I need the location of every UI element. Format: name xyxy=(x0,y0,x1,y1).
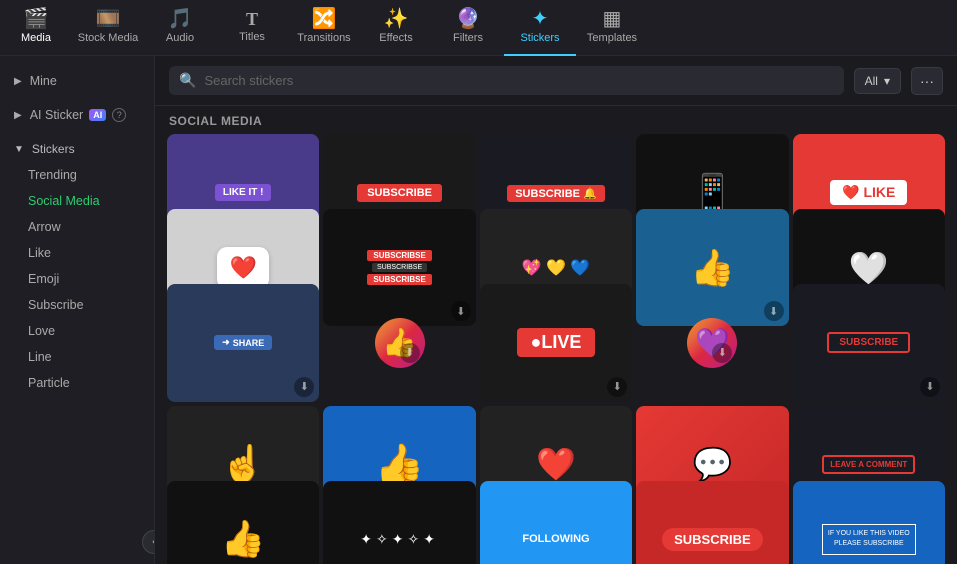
download-button[interactable]: ⬇ xyxy=(607,377,627,397)
nav-audio[interactable]: 🎵 Audio xyxy=(144,0,216,56)
sidebar-item-arrow[interactable]: Arrow xyxy=(0,214,154,240)
nav-filters-label: Filters xyxy=(453,32,483,44)
download-button[interactable]: ⬇ xyxy=(920,377,940,397)
top-navigation: 🎬 Media 🎞️ Stock Media 🎵 Audio T Titles … xyxy=(0,0,957,56)
sticker-card[interactable]: SUBSCRIBE ⬇ xyxy=(636,481,788,564)
sidebar-stickers-section: ▼ Stickers Trending Social Media Arrow L… xyxy=(0,132,154,400)
titles-icon: T xyxy=(246,10,258,28)
sticker-card[interactable]: 👍 ⬇ xyxy=(636,209,788,326)
sidebar-social-media-label: Social Media xyxy=(28,194,100,208)
download-button[interactable]: ⬇ xyxy=(451,301,471,321)
stickers-icon: ✦ xyxy=(532,9,549,29)
arrow-icon: ▶ xyxy=(14,110,22,121)
sticker-card[interactable]: ●LIVE ⬇ xyxy=(480,284,632,401)
nav-stickers[interactable]: ✦ Stickers xyxy=(504,0,576,56)
sidebar-item-line[interactable]: Line xyxy=(0,344,154,370)
sidebar-item-particle[interactable]: Particle xyxy=(0,370,154,396)
sticker-card[interactable]: IF YOU LIKE THIS VIDEOPLEASE SUBSCRIBE ⬇ xyxy=(793,481,945,564)
sidebar-stickers-header[interactable]: ▼ Stickers xyxy=(0,136,154,162)
filter-dropdown[interactable]: All ▾ xyxy=(854,68,901,94)
nav-stock-media[interactable]: 🎞️ Stock Media xyxy=(72,0,144,56)
sticker-card[interactable]: FOLLOWING ⬇ xyxy=(480,481,632,564)
stock-media-icon: 🎞️ xyxy=(96,9,121,29)
transitions-icon: 🔀 xyxy=(312,9,337,29)
sidebar-item-love[interactable]: Love xyxy=(0,318,154,344)
download-button[interactable]: ⬇ xyxy=(712,343,732,363)
sidebar-stickers-label: Stickers xyxy=(32,142,75,156)
nav-transitions[interactable]: 🔀 Transitions xyxy=(288,0,360,56)
sidebar-ai-sticker-label: AI Sticker xyxy=(30,108,84,122)
sidebar-mine-section: ▶ Mine xyxy=(0,64,154,98)
nav-titles-label: Titles xyxy=(239,31,265,43)
sidebar: ▶ Mine ▶ AI Sticker AI ? ▼ Stickers Tren… xyxy=(0,56,155,564)
sidebar-mine-label: Mine xyxy=(30,74,57,88)
sidebar-arrow-label: Arrow xyxy=(28,220,61,234)
filters-icon: 🔮 xyxy=(456,9,481,29)
main-content: ▶ Mine ▶ AI Sticker AI ? ▼ Stickers Tren… xyxy=(0,56,957,564)
download-button[interactable]: ⬇ xyxy=(400,343,420,363)
expand-icon: ▼ xyxy=(14,144,24,155)
help-icon[interactable]: ? xyxy=(112,108,126,122)
more-options-button[interactable]: ··· xyxy=(911,67,943,95)
chevron-down-icon: ▾ xyxy=(884,74,890,88)
sidebar-item-subscribe[interactable]: Subscribe xyxy=(0,292,154,318)
templates-icon: ▦ xyxy=(603,9,622,29)
nav-filters[interactable]: 🔮 Filters xyxy=(432,0,504,56)
search-icon: 🔍 xyxy=(179,72,196,89)
effects-icon: ✨ xyxy=(384,9,409,29)
nav-stickers-label: Stickers xyxy=(520,32,559,44)
sidebar-ai-section: ▶ AI Sticker AI ? xyxy=(0,98,154,132)
nav-stock-media-label: Stock Media xyxy=(78,32,139,44)
sticker-card[interactable]: SUBSCRIBSE SUBSCRIBSE SUBSCRIBSE ⬇ xyxy=(323,209,475,326)
sidebar-trending-label: Trending xyxy=(28,168,77,182)
arrow-icon: ▶ xyxy=(14,76,22,87)
nav-templates-label: Templates xyxy=(587,32,637,44)
sidebar-item-mine[interactable]: ▶ Mine xyxy=(0,68,154,94)
filter-label: All xyxy=(865,74,878,88)
sidebar-item-emoji[interactable]: Emoji xyxy=(0,266,154,292)
sticker-card[interactable]: 💜 ⬇ xyxy=(687,318,737,368)
right-panel: 🔍 All ▾ ··· SOCIAL MEDIA LIKE IT ! ⬇ SUB… xyxy=(155,56,957,564)
search-input-wrapper: 🔍 xyxy=(169,66,844,95)
sidebar-item-like[interactable]: Like xyxy=(0,240,154,266)
nav-media-label: Media xyxy=(21,32,51,44)
nav-transitions-label: Transitions xyxy=(297,32,350,44)
sidebar-emoji-label: Emoji xyxy=(28,272,59,286)
nav-titles[interactable]: T Titles xyxy=(216,0,288,56)
sticker-card[interactable]: 👍 ⬇ xyxy=(167,481,319,564)
sidebar-collapse-button[interactable]: ‹ xyxy=(142,530,155,554)
download-button[interactable]: ⬇ xyxy=(764,301,784,321)
sidebar-item-social-media[interactable]: Social Media xyxy=(0,188,154,214)
sticker-grid: LIKE IT ! ⬇ SUBSCRIBE ⬇ SUBSCRIBE 🔔 ⬇ 📱 … xyxy=(155,134,957,564)
nav-effects[interactable]: ✨ Effects xyxy=(360,0,432,56)
audio-icon: 🎵 xyxy=(168,9,193,29)
sidebar-subscribe-label: Subscribe xyxy=(28,298,84,312)
download-button[interactable]: ⬇ xyxy=(294,377,314,397)
section-title: SOCIAL MEDIA xyxy=(155,106,957,134)
sidebar-particle-label: Particle xyxy=(28,376,70,390)
sticker-card[interactable]: ✦✧✦✧✦ ⬇ xyxy=(323,481,475,564)
sidebar-like-label: Like xyxy=(28,246,51,260)
sticker-card[interactable]: ➜SHARE ⬇ xyxy=(167,284,319,401)
sidebar-item-ai-sticker[interactable]: ▶ AI Sticker AI ? xyxy=(0,102,154,128)
nav-effects-label: Effects xyxy=(379,32,412,44)
media-icon: 🎬 xyxy=(24,9,49,29)
search-input[interactable] xyxy=(204,73,833,88)
sticker-card[interactable]: SUBSCRIBE ⬇ xyxy=(793,284,945,401)
nav-audio-label: Audio xyxy=(166,32,194,44)
ai-badge: AI xyxy=(89,109,106,121)
sidebar-line-label: Line xyxy=(28,350,52,364)
nav-media[interactable]: 🎬 Media xyxy=(0,0,72,56)
sidebar-love-label: Love xyxy=(28,324,55,338)
sticker-card[interactable]: 👍 ⬇ xyxy=(375,318,425,368)
nav-templates[interactable]: ▦ Templates xyxy=(576,0,648,56)
search-bar: 🔍 All ▾ ··· xyxy=(155,56,957,106)
sidebar-item-trending[interactable]: Trending xyxy=(0,162,154,188)
